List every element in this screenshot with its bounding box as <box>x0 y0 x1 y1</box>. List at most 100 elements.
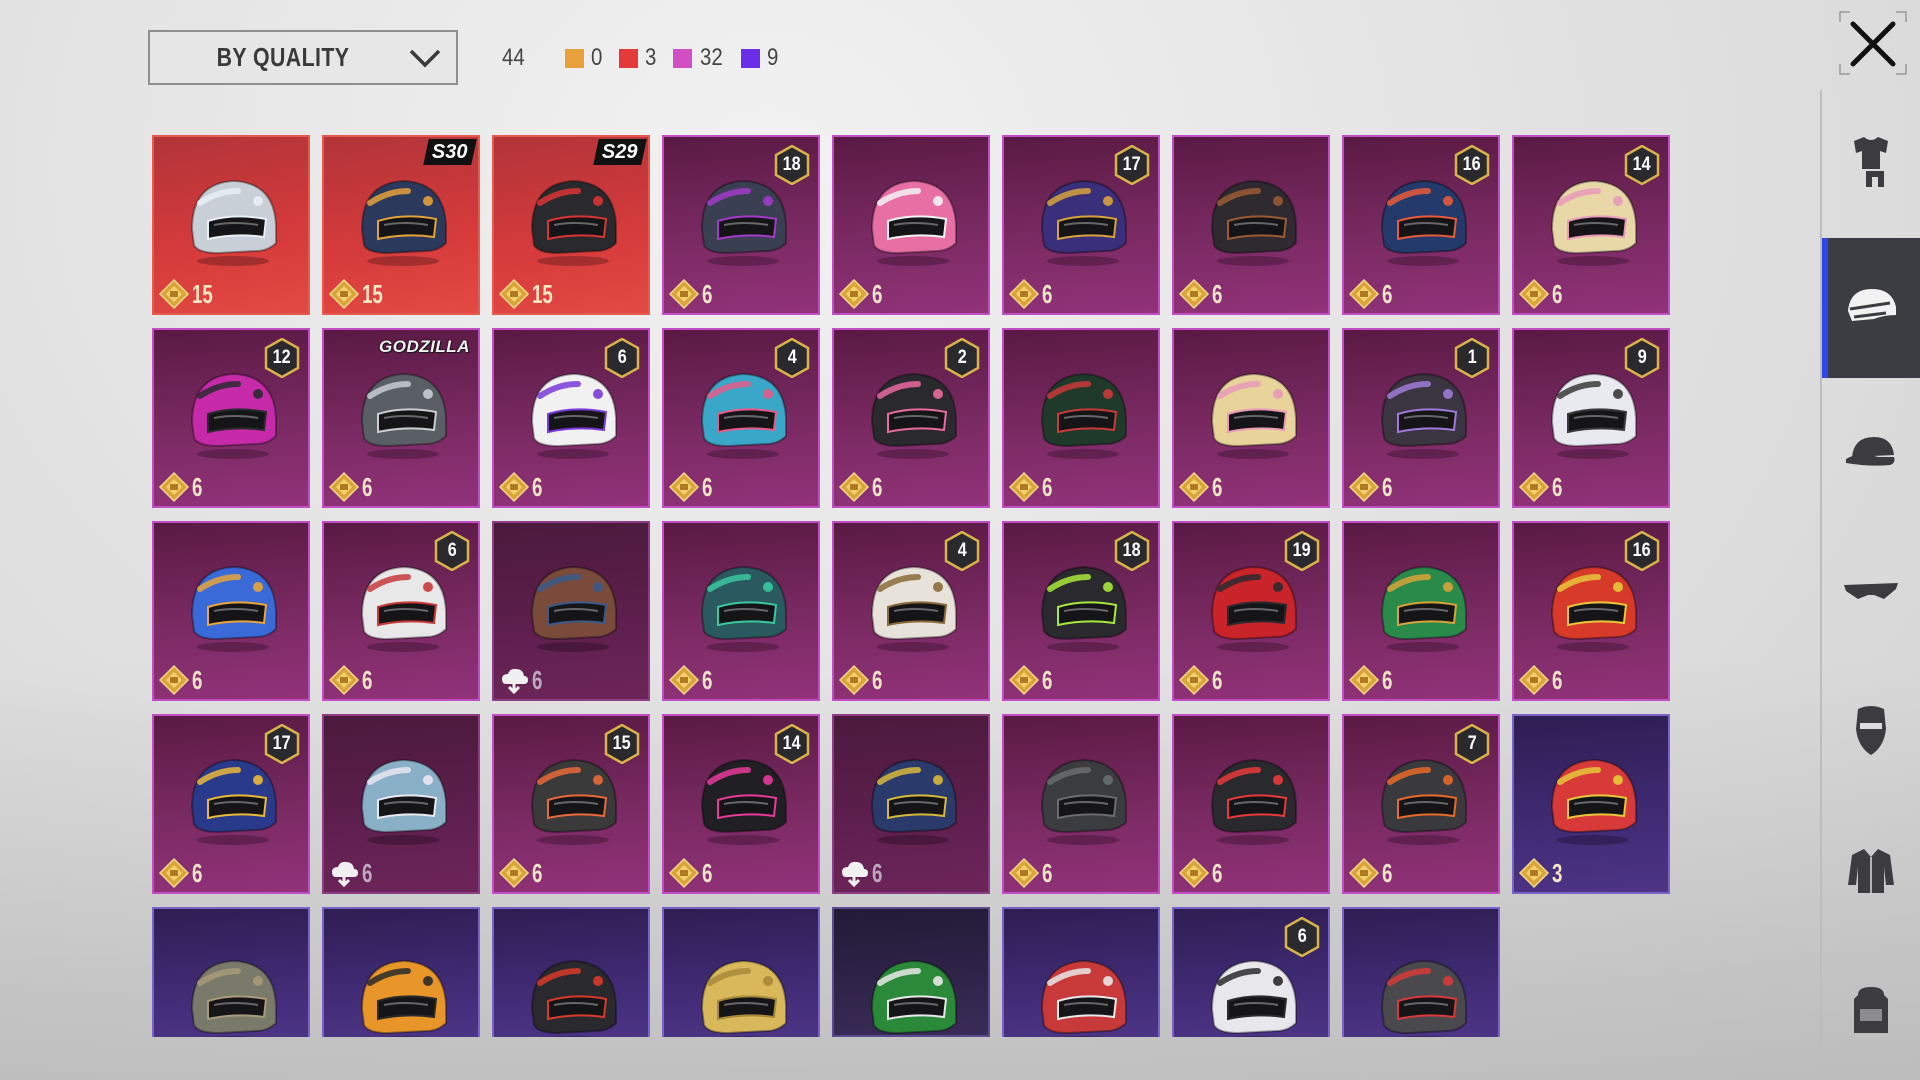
close-icon[interactable] <box>1843 14 1903 74</box>
helmet-card[interactable]: 6 14 <box>662 714 820 894</box>
helmet-card[interactable]: 6 18 <box>662 135 820 315</box>
sort-dropdown[interactable]: BY QUALITY <box>148 30 458 85</box>
sidebar-item-backpacks[interactable] <box>1822 940 1920 1080</box>
price-value: 6 <box>872 471 883 502</box>
quality-count-red: 3 <box>619 44 657 72</box>
helmet-card[interactable]: 3 <box>1512 714 1670 894</box>
price-value: 6 <box>1552 471 1563 502</box>
premium-coin-icon <box>1348 278 1380 310</box>
level-badge: 12 <box>264 338 300 378</box>
cap-icon <box>1846 437 1895 466</box>
level-badge: 2 <box>944 338 980 378</box>
helmet-card[interactable]: 62 <box>832 328 990 508</box>
cloud-download-icon <box>502 668 528 695</box>
helmet-card[interactable]: 15 S30 <box>322 135 480 315</box>
helmet-card[interactable]: 6 <box>1172 714 1330 894</box>
helmet-card[interactable]: 6 <box>322 714 480 894</box>
helmet-card[interactable]: 64 <box>832 521 990 701</box>
price: 6 <box>1348 277 1396 311</box>
helmet-card[interactable]: 15 S29 <box>492 135 650 315</box>
helmet-card[interactable]: 6 <box>1172 328 1330 508</box>
helmet-card[interactable]: 6 17 <box>152 714 310 894</box>
level-badge: 19 <box>1284 531 1320 571</box>
level-badge: 1 <box>1454 338 1490 378</box>
badge-value: 14 <box>783 733 801 754</box>
sidebar-item-tops[interactable] <box>1822 800 1920 940</box>
helmet-card[interactable]: 6 <box>152 521 310 701</box>
price-value: 6 <box>532 857 543 888</box>
helmet-card[interactable]: 6 <box>1002 714 1160 894</box>
helmet-card[interactable]: 6 <box>492 521 650 701</box>
helmet-card[interactable]: 66 <box>322 521 480 701</box>
price-value: 6 <box>1212 664 1223 695</box>
premium-coin-icon <box>158 278 190 310</box>
price-value: 6 <box>192 664 203 695</box>
level-badge: 6 <box>434 531 470 571</box>
helmet-card[interactable]: 15 <box>152 135 310 315</box>
helmet-card[interactable]: 6 14 <box>1512 135 1670 315</box>
premium-coin-icon <box>1348 471 1380 503</box>
sidebar-item-outfits[interactable] <box>1822 90 1920 230</box>
premium-coin-icon <box>158 471 190 503</box>
helmet-card[interactable]: 66 <box>492 328 650 508</box>
helmet-card[interactable] <box>1342 907 1500 1037</box>
helmet-card[interactable]: 6 <box>1002 328 1160 508</box>
price-value: 6 <box>702 278 713 309</box>
badge-value: 14 <box>1633 154 1651 175</box>
premium-coin-icon <box>328 278 360 310</box>
quality-count-value: 0 <box>590 44 603 71</box>
level-badge: 9 <box>1624 338 1660 378</box>
level-badge: 16 <box>1624 531 1660 571</box>
helmet-card[interactable]: 6 17 <box>1002 135 1160 315</box>
helmet-card[interactable] <box>492 907 650 1037</box>
helmet-card[interactable]: 6 12 <box>152 328 310 508</box>
helmet-card[interactable]: 64 <box>662 328 820 508</box>
price: 6 <box>1008 856 1056 890</box>
quality-count-value: 32 <box>700 44 724 71</box>
helmet-card[interactable]: 6 16 <box>1512 521 1670 701</box>
helmet-image <box>1210 179 1297 266</box>
helmet-card[interactable] <box>152 907 310 1037</box>
helmet-card[interactable]: 67 <box>1342 714 1500 894</box>
price: 6 <box>1008 277 1056 311</box>
price: 6 <box>1518 663 1566 697</box>
helmet-card[interactable] <box>1002 907 1160 1037</box>
level-badge: 14 <box>774 724 810 764</box>
helmet-card[interactable]: 6 <box>832 714 990 894</box>
price: 6 <box>1008 663 1056 697</box>
helmet-card[interactable]: 6 GODZILLA <box>322 328 480 508</box>
helmet-card[interactable]: 6 <box>1172 907 1330 1037</box>
price: 6 <box>1008 470 1056 504</box>
quality-count-value: 3 <box>645 44 657 71</box>
sidebar-item-masks[interactable] <box>1822 660 1920 800</box>
helmet-card[interactable]: 6 <box>662 521 820 701</box>
helmet-image <box>530 179 617 266</box>
helmet-card[interactable]: 69 <box>1512 328 1670 508</box>
sidebar-item-hats[interactable] <box>1822 380 1920 520</box>
helmet-card[interactable]: 6 <box>1342 521 1500 701</box>
price: 6 <box>1518 470 1566 504</box>
helmet-card[interactable]: 6 <box>832 135 990 315</box>
helmet-card[interactable]: 6 18 <box>1002 521 1160 701</box>
price: 6 <box>1178 663 1226 697</box>
price: 6 <box>1178 470 1226 504</box>
price: 6 <box>158 470 206 504</box>
helmet-card[interactable] <box>322 907 480 1037</box>
price-value: 6 <box>702 857 713 888</box>
price: 6 <box>838 277 886 311</box>
sidebar-item-eyewear[interactable] <box>1822 520 1920 660</box>
helmet-card[interactable] <box>832 907 990 1037</box>
sidebar-item-helmets[interactable] <box>1822 238 1920 378</box>
helmet-card[interactable]: 6 <box>1172 135 1330 315</box>
helmet-icon <box>1848 289 1896 321</box>
item-grid: 15 15 S30 15 S29 6 18 6 6 17 6 6 16 6 14 6 12 6 GODZILLA 6 6… <box>152 135 1672 1037</box>
glasses-icon <box>1844 583 1898 599</box>
jacket-icon <box>1848 849 1894 893</box>
helmet-card[interactable] <box>662 907 820 1037</box>
helmet-card[interactable]: 6 15 <box>492 714 650 894</box>
helmet-image <box>530 959 617 1037</box>
helmet-card[interactable]: 61 <box>1342 328 1500 508</box>
price-value: 6 <box>1552 664 1563 695</box>
helmet-card[interactable]: 6 16 <box>1342 135 1500 315</box>
helmet-card[interactable]: 6 19 <box>1172 521 1330 701</box>
